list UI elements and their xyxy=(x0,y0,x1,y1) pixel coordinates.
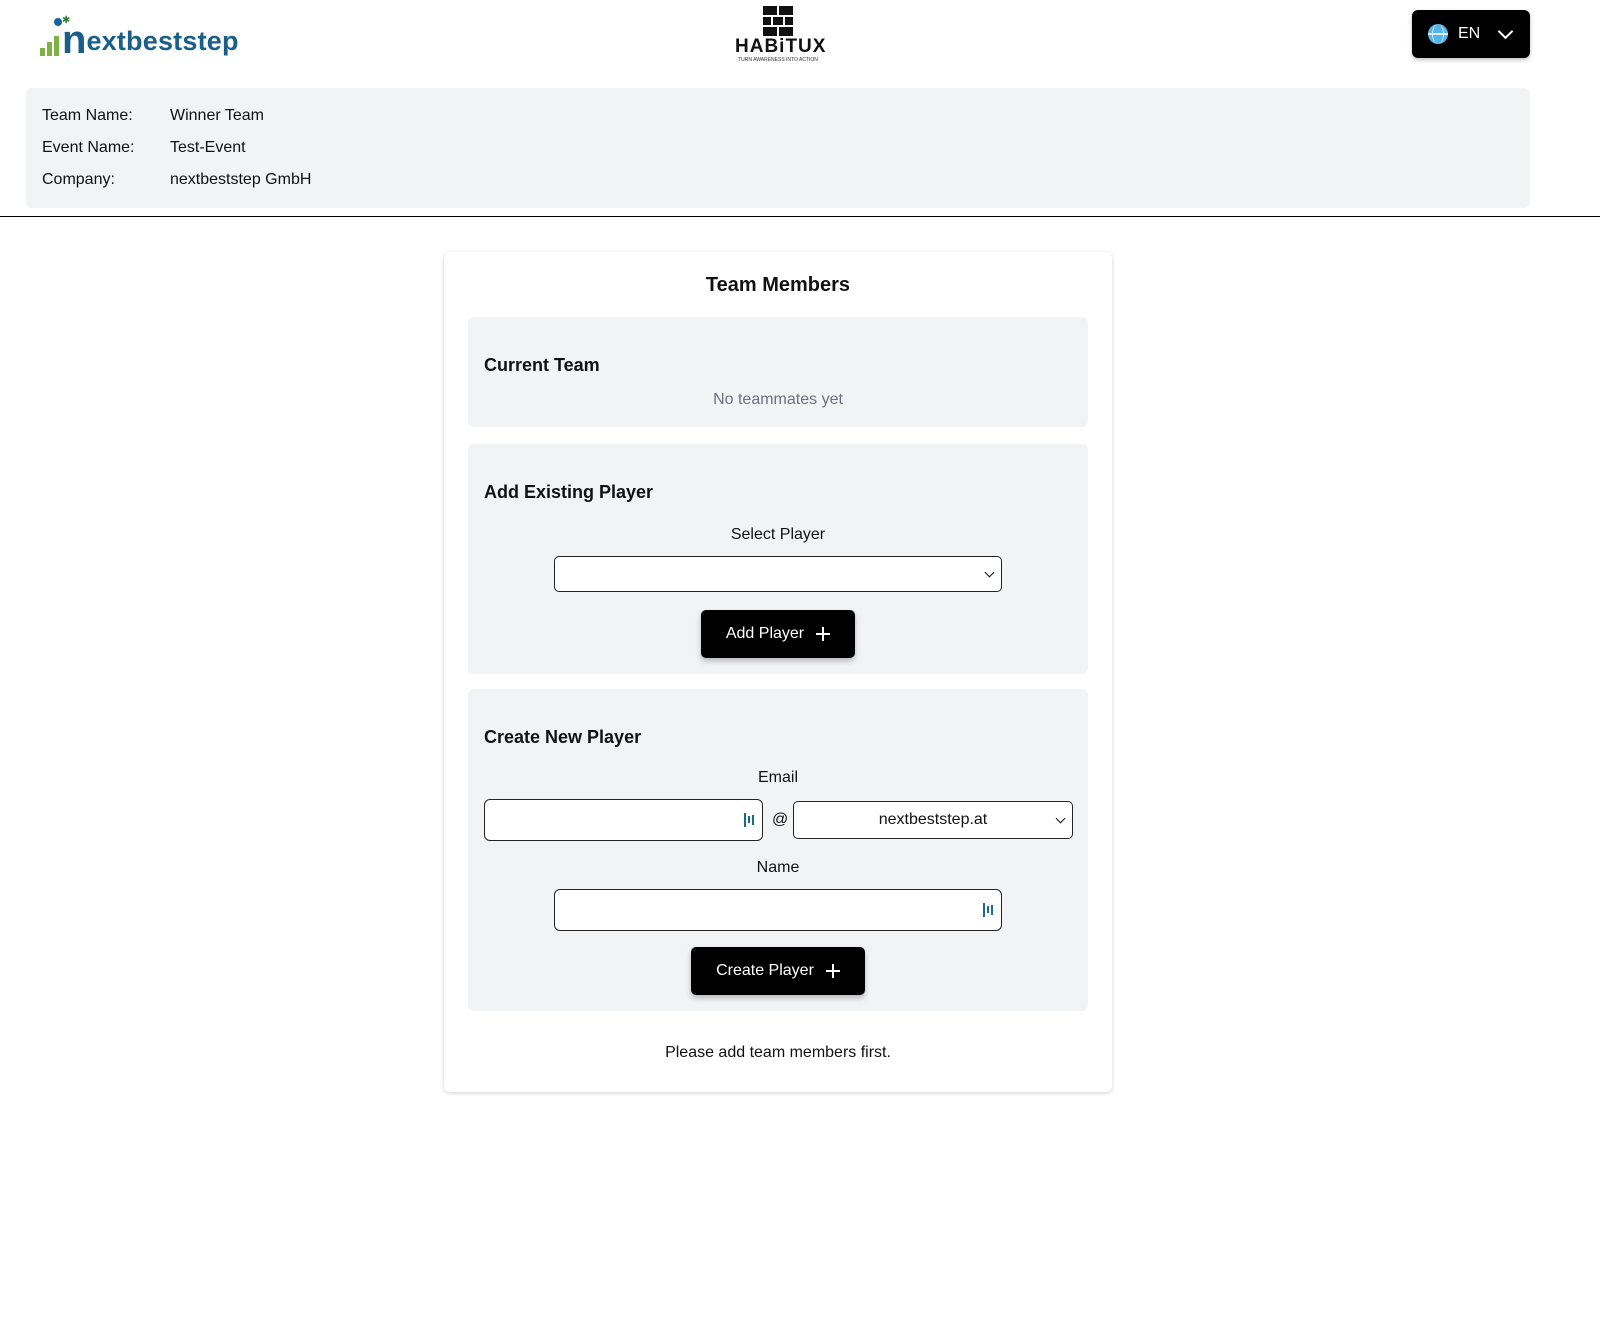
header-divider xyxy=(0,216,1600,217)
team-members-card: Team Members Current Team No teammates y… xyxy=(444,252,1112,1092)
plus-icon xyxy=(816,627,831,641)
language-selector-button[interactable]: EN xyxy=(1412,10,1530,58)
at-symbol: @ xyxy=(772,811,789,828)
select-player-label: Select Player xyxy=(730,526,826,543)
team-name-value: Winner Team xyxy=(170,107,264,124)
email-domain-value: nextbeststep.at xyxy=(878,811,988,828)
email-local-input[interactable] xyxy=(484,799,763,841)
current-team-title: Current Team xyxy=(484,355,600,375)
create-new-title: Create New Player xyxy=(484,727,642,747)
chevron-down-icon xyxy=(1055,813,1066,824)
empty-team-message: No teammates yet xyxy=(713,391,843,408)
current-team-section: Current Team No teammates yet xyxy=(468,317,1088,427)
card-title: Team Members xyxy=(705,274,851,296)
email-label: Email xyxy=(757,769,798,786)
add-existing-player-section: Add Existing Player Select Player Add Pl… xyxy=(468,444,1088,674)
nextbeststep-logo[interactable]: ✱ n extbeststep xyxy=(40,10,240,60)
team-name-row: Team Name: Winner Team xyxy=(42,106,264,126)
email-domain-dropdown[interactable]: nextbeststep.at xyxy=(793,801,1073,839)
brand-growth-icon: ✱ xyxy=(40,16,72,60)
select-player-dropdown[interactable] xyxy=(554,556,1002,592)
plus-icon xyxy=(825,964,840,978)
habitux-wordmark: HABiTUX xyxy=(735,36,827,57)
company-label: Company: xyxy=(42,171,115,188)
chevron-down-icon xyxy=(1497,23,1514,39)
habitux-logo: HABiTUX TURN AWARENESS INTO ACTION xyxy=(735,6,827,64)
add-player-button-label: Add Player xyxy=(725,625,805,642)
globe-icon xyxy=(1428,24,1448,44)
company-row: Company: nextbeststep GmbH xyxy=(42,170,311,190)
add-player-button[interactable]: Add Player xyxy=(701,610,855,658)
name-label: Name xyxy=(756,859,800,876)
brand-logo-text: extbeststep xyxy=(86,26,239,56)
add-members-message: Please add team members first. xyxy=(665,1044,891,1061)
brick-wall-icon xyxy=(763,6,793,36)
language-label: EN xyxy=(1458,25,1481,42)
name-input[interactable] xyxy=(554,889,1002,931)
add-existing-title: Add Existing Player xyxy=(484,482,654,502)
company-value: nextbeststep GmbH xyxy=(170,171,312,188)
team-info-panel: Team Name: Winner Team Event Name: Test-… xyxy=(26,88,1530,208)
chevron-down-icon xyxy=(984,567,995,578)
create-player-button[interactable]: Create Player xyxy=(691,947,865,995)
event-name-label: Event Name: xyxy=(42,139,135,156)
create-new-player-section: Create New Player Email @ nextbeststep.a… xyxy=(468,689,1088,1011)
team-name-label: Team Name: xyxy=(42,107,133,124)
create-player-button-label: Create Player xyxy=(716,962,814,979)
habitux-tagline: TURN AWARENESS INTO ACTION xyxy=(738,57,818,63)
event-name-row: Event Name: Test-Event xyxy=(42,138,246,158)
event-name-value: Test-Event xyxy=(170,139,246,156)
autofill-extension-icon[interactable] xyxy=(744,813,756,827)
autofill-extension-icon[interactable] xyxy=(983,903,995,917)
